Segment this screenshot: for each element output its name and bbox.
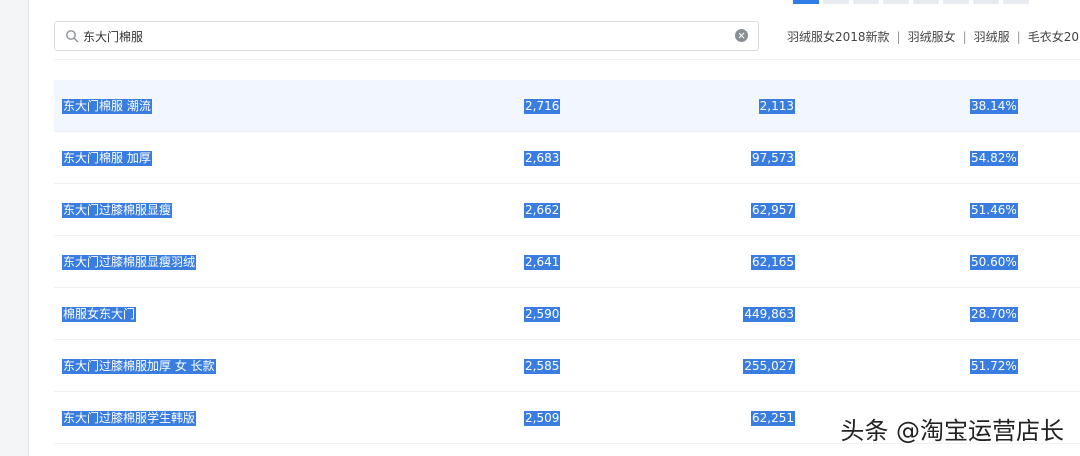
left-divider — [28, 0, 29, 456]
table-cell-col1: 2,716 — [524, 99, 561, 114]
hot-word-link[interactable]: 羽绒服女 — [908, 30, 956, 44]
table-cell-col3: 38.14% — [970, 99, 1018, 114]
table-cell-col3: 51.46% — [970, 203, 1018, 218]
table-cell-keyword: 东大门过膝棉服加厚 女 长款 — [62, 359, 216, 374]
table-cell-col2: 62,251 — [751, 411, 795, 426]
left-gutter — [0, 0, 28, 456]
hot-word-link[interactable]: 羽绒服女2018新款 — [787, 30, 890, 44]
top-tab[interactable] — [853, 0, 879, 4]
clear-icon[interactable] — [735, 29, 748, 42]
top-tab[interactable] — [1003, 0, 1029, 4]
top-tab-strip — [780, 0, 1080, 6]
table-cell-col2: 255,027 — [743, 359, 795, 374]
table-cell-col3: 54.82% — [970, 151, 1018, 166]
table-cell-col1: 2,509 — [524, 411, 561, 426]
table-cell-col1: 2,585 — [524, 359, 561, 374]
table-cell-col2: 97,573 — [751, 151, 795, 166]
table-cell-col2: 2,113 — [758, 99, 795, 114]
table-cell-col1: 2,590 — [524, 307, 561, 322]
table-cell-col2: 62,957 — [751, 203, 795, 218]
table-cell-col3: 51.72% — [970, 359, 1018, 374]
table-cell-col1: 2,662 — [524, 203, 561, 218]
table-row[interactable]: 棉服女东大门 2,590 449,863 28.70% — [54, 288, 1080, 340]
table-cell-keyword: 东大门过膝棉服显瘦羽绒 — [62, 255, 197, 270]
table-cell-keyword: 东大门棉服 潮流 — [62, 99, 152, 114]
table-cell-col2: 449,863 — [743, 307, 795, 322]
table-row[interactable]: 东大门过膝棉服显瘦羽绒 2,641 62,165 50.60% — [54, 236, 1080, 288]
top-tab[interactable] — [823, 0, 849, 4]
hot-search-words: 羽绒服女2018新款 | 羽绒服女 | 羽绒服 | 毛衣女2018新款 — [787, 28, 1080, 45]
watermark: 头条 @淘宝运营店长 — [840, 417, 1064, 445]
table-cell-col3: 50.60% — [970, 255, 1018, 270]
table-cell-keyword: 东大门过膝棉服学生韩版 — [62, 411, 197, 426]
table-row[interactable]: 东大门棉服 潮流 2,716 2,113 38.14% — [54, 80, 1080, 132]
table-row[interactable]: 东大门过膝棉服加厚 女 长款 2,585 255,027 51.72% — [54, 340, 1080, 392]
top-tab[interactable] — [883, 0, 909, 4]
table-cell-col1: 2,641 — [524, 255, 561, 270]
top-tab-active[interactable] — [793, 0, 819, 4]
search-input[interactable]: 东大门棉服 — [54, 21, 759, 51]
table-row[interactable]: 东大门棉服 加厚 2,683 97,573 54.82% — [54, 132, 1080, 184]
keyword-table: 东大门棉服 2,716 2,113 38.14% 东大门棉服 潮流 2,716 … — [54, 54, 1080, 456]
table-cell-keyword: 棉服女东大门 — [62, 307, 137, 322]
hot-word-separator: | — [1016, 30, 1021, 44]
top-tab[interactable] — [973, 0, 999, 4]
search-icon — [66, 30, 79, 43]
hot-word-link[interactable]: 毛衣女2018新款 — [1028, 30, 1080, 44]
table-cell-col3: 28.70% — [970, 307, 1018, 322]
table-row-partial[interactable]: 东大门棉服 2,716 2,113 38.14% — [54, 54, 1080, 60]
search-value[interactable]: 东大门棉服 — [83, 28, 143, 45]
top-tab[interactable] — [943, 0, 969, 4]
top-tab[interactable] — [913, 0, 939, 4]
table-cell-col1: 2,683 — [524, 151, 561, 166]
hot-word-separator: | — [962, 30, 967, 44]
table-cell-keyword: 东大门棉服 加厚 — [62, 151, 152, 166]
hot-word-link[interactable]: 羽绒服 — [974, 30, 1010, 44]
hot-word-separator: | — [896, 30, 901, 44]
table-cell-keyword: 东大门过膝棉服显瘦 — [62, 203, 173, 218]
table-cell-col2: 62,165 — [751, 255, 795, 270]
table-row[interactable]: 东大门过膝棉服显瘦 2,662 62,957 51.46% — [54, 184, 1080, 236]
